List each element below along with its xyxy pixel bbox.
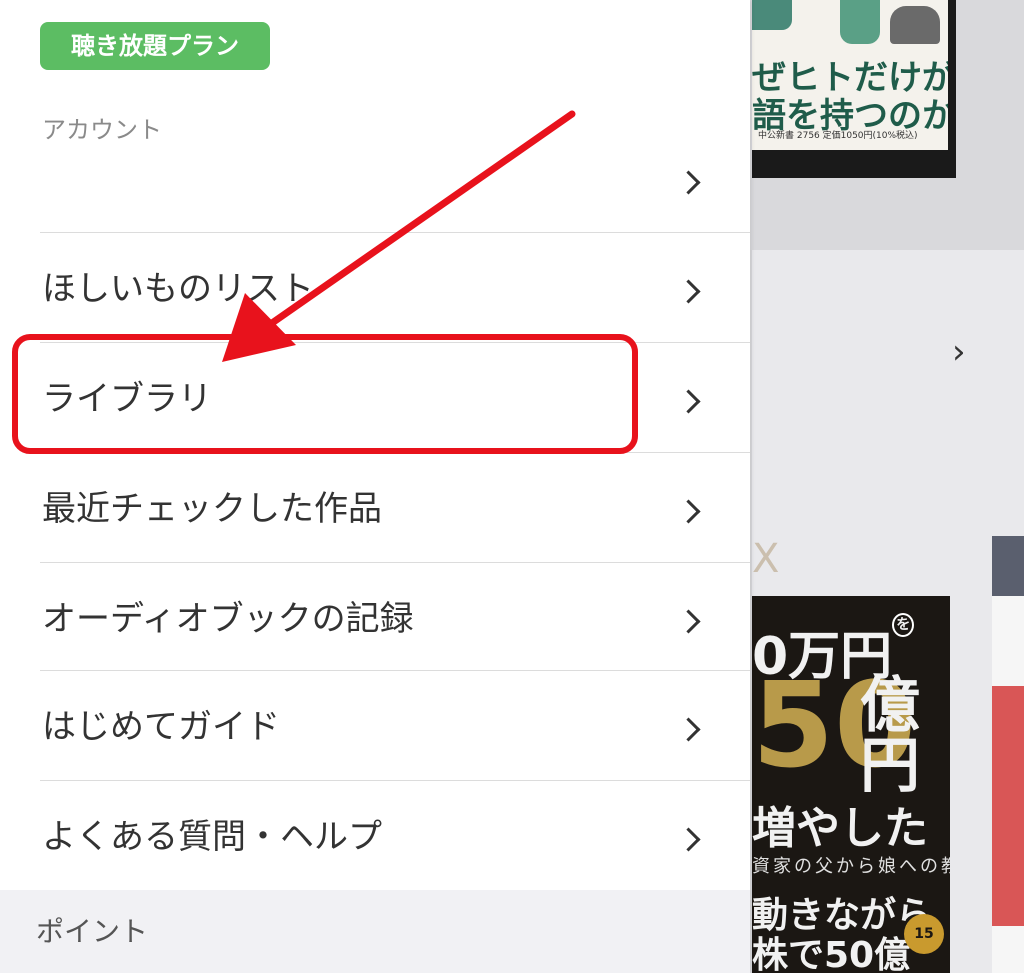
- annotation-arrow-icon: [222, 110, 576, 362]
